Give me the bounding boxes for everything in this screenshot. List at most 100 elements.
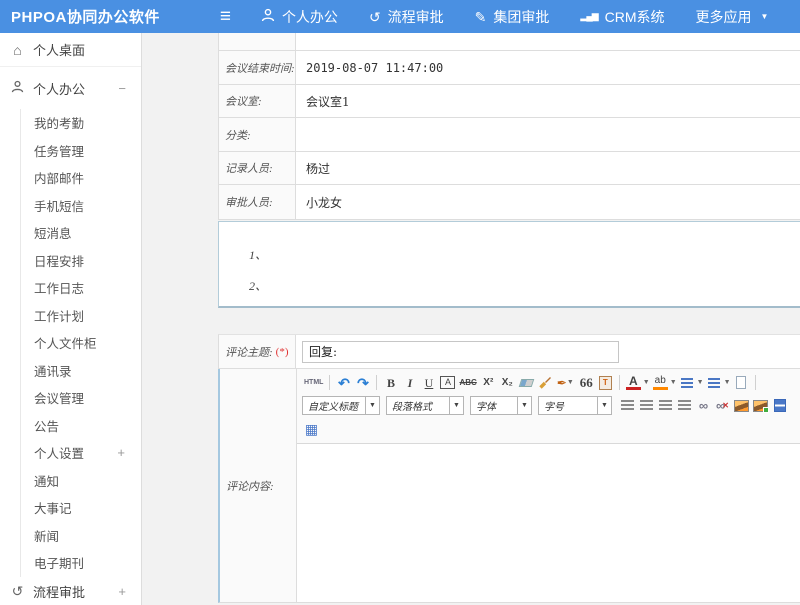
- top-nav-menu: 个人办公 ↺ 流程审批 ✎ 集团审批 ▂▄▆ CRM系统 更多应用 ▼: [261, 7, 800, 27]
- sidebar-item-short-message[interactable]: 短消息: [21, 219, 141, 247]
- bold-button[interactable]: B: [383, 374, 398, 391]
- sidebar-item-label: 个人设置: [34, 443, 84, 462]
- nav-more-apps[interactable]: 更多应用 ▼: [696, 7, 769, 27]
- sidebar-item-work-plan[interactable]: 工作计划: [21, 302, 141, 330]
- comment-subject-cell: [296, 335, 800, 368]
- comment-content-label: 评论内容:: [226, 478, 274, 494]
- underline-button[interactable]: U: [421, 374, 436, 391]
- paste-t-shape: T: [599, 376, 612, 390]
- sidebar-item-notice[interactable]: 通知: [21, 467, 141, 495]
- html-source-button[interactable]: HTML: [304, 374, 323, 391]
- chevron-down-icon[interactable]: ▼: [670, 379, 677, 386]
- sidebar-item-my-attendance[interactable]: 我的考勤: [21, 109, 141, 137]
- row-label: 审批人员:: [219, 185, 296, 219]
- approver-value: 小龙女: [296, 185, 800, 219]
- table-row: 会议结束时间: 2019-08-07 11:47:00: [219, 51, 800, 85]
- unordered-list-button[interactable]: [707, 374, 722, 391]
- required-mark: (*): [276, 346, 289, 358]
- align-left-button[interactable]: [620, 397, 635, 414]
- sidebar-item-internal-mail[interactable]: 内部邮件: [21, 164, 141, 192]
- image-shape: [734, 400, 749, 412]
- sidebar-item-sms[interactable]: 手机短信: [21, 192, 141, 220]
- sidebar-item-label: 任务管理: [34, 141, 84, 160]
- collapse-minus-icon[interactable]: −: [118, 81, 126, 96]
- nav-group-approval[interactable]: ✎ 集团审批: [475, 7, 550, 27]
- font-size-select[interactable]: 字号 ▼: [538, 396, 612, 415]
- format-painter-button[interactable]: ✒▼: [557, 374, 575, 391]
- sidebar-item-personal-files[interactable]: 个人文件柜: [21, 329, 141, 357]
- paste-as-text-button[interactable]: T: [598, 374, 613, 391]
- nav-crm-system[interactable]: ▂▄▆ CRM系统: [580, 7, 664, 27]
- nav-workflow-approval[interactable]: ↺ 流程审批: [369, 7, 444, 27]
- italic-button[interactable]: I: [402, 374, 417, 391]
- sidebar-item-e-journal[interactable]: 电子期刊: [21, 549, 141, 577]
- nav-label: CRM系统: [605, 7, 665, 27]
- expand-plus-icon[interactable]: +: [118, 584, 126, 599]
- nav-label: 更多应用: [696, 7, 752, 27]
- eraser-shape: [518, 379, 534, 387]
- insert-link-button[interactable]: ∞: [696, 397, 711, 414]
- recorder-value: 杨过: [296, 152, 800, 184]
- custom-heading-select[interactable]: 自定义标题 ▼: [302, 396, 380, 415]
- strikethrough-button[interactable]: ABC: [459, 374, 476, 391]
- row-value: [296, 33, 800, 50]
- chevron-down-icon[interactable]: ▼: [643, 379, 650, 386]
- comment-subject-input[interactable]: [302, 341, 619, 363]
- sidebar-item-news[interactable]: 新闻: [21, 522, 141, 550]
- font-family-select[interactable]: 字体 ▼: [470, 396, 532, 415]
- sidebar-item-personal-settings[interactable]: 个人设置 +: [21, 439, 141, 467]
- chevron-down-icon[interactable]: ▼: [697, 379, 704, 386]
- person-icon: [261, 8, 275, 25]
- ordered-list-button[interactable]: [680, 374, 695, 391]
- sidebar-item-announcement[interactable]: 公告: [21, 412, 141, 440]
- sidebar-item-personal-office[interactable]: 个人办公 −: [0, 67, 141, 109]
- plus-badge: [763, 407, 769, 413]
- ordered-list-shape: [681, 378, 693, 388]
- sidebar-item-workflow-approval[interactable]: ↺ 流程审批 +: [0, 577, 141, 605]
- sidebar-item-work-log[interactable]: 工作日志: [21, 274, 141, 302]
- font-color-button[interactable]: A: [626, 376, 641, 390]
- sidebar-item-meeting-management[interactable]: 会议管理: [21, 384, 141, 412]
- sidebar-item-personal-desktop[interactable]: ⌂ 个人桌面: [0, 33, 141, 67]
- insert-table-button[interactable]: ▦: [304, 420, 319, 437]
- superscript-button[interactable]: X²: [481, 374, 496, 391]
- char-border-button[interactable]: A: [440, 376, 455, 389]
- sidebar-item-label: 个人文件柜: [34, 333, 97, 352]
- sidebar-item-contacts[interactable]: 通讯录: [21, 357, 141, 385]
- eraser-icon[interactable]: [519, 374, 534, 391]
- align-center-button[interactable]: [639, 397, 654, 414]
- clear-format-broom-icon[interactable]: [538, 374, 553, 391]
- editor-toolbar-row-2: 自定义标题 ▼ 段落格式 ▼ 字体 ▼: [302, 395, 800, 416]
- paragraph-format-select[interactable]: 段落格式 ▼: [386, 396, 464, 415]
- sidebar-item-label: 个人桌面: [33, 40, 85, 59]
- sidebar-item-task-management[interactable]: 任务管理: [21, 137, 141, 165]
- sidebar-item-major-events[interactable]: 大事记: [21, 494, 141, 522]
- editor-content-area[interactable]: [297, 444, 800, 602]
- insert-image-button[interactable]: [734, 397, 749, 414]
- redo-icon[interactable]: ↷: [355, 374, 370, 391]
- insert-video-button[interactable]: [772, 397, 787, 414]
- table-row: [219, 33, 800, 51]
- upload-image-button[interactable]: [753, 397, 768, 414]
- row-label: 会议结束时间:: [219, 51, 296, 84]
- new-document-button[interactable]: [734, 374, 749, 391]
- subscript-button[interactable]: X₂: [500, 374, 515, 391]
- select-label: 字号: [539, 398, 597, 413]
- document-shape: [736, 376, 746, 389]
- blockquote-button[interactable]: 66: [579, 374, 594, 391]
- expand-plus-icon[interactable]: +: [117, 445, 125, 460]
- undo-icon[interactable]: ↶: [336, 374, 351, 391]
- sidebar-item-schedule[interactable]: 日程安排: [21, 247, 141, 275]
- nav-personal-office[interactable]: 个人办公: [261, 7, 338, 27]
- meeting-room-value: 会议室1: [296, 85, 800, 117]
- highlight-color-button[interactable]: ab: [653, 376, 668, 390]
- hamburger-menu-icon[interactable]: ≡: [220, 7, 231, 26]
- video-shape: [774, 399, 786, 412]
- align-right-button[interactable]: [658, 397, 673, 414]
- align-justify-button[interactable]: [677, 397, 692, 414]
- remove-link-button[interactable]: ∞✕: [715, 397, 730, 414]
- chevron-down-icon[interactable]: ▼: [724, 379, 731, 386]
- sidebar-item-label: 流程审批: [33, 582, 85, 601]
- app-logo: PHPOA协同办公软件: [0, 6, 160, 27]
- select-label: 段落格式: [387, 398, 449, 413]
